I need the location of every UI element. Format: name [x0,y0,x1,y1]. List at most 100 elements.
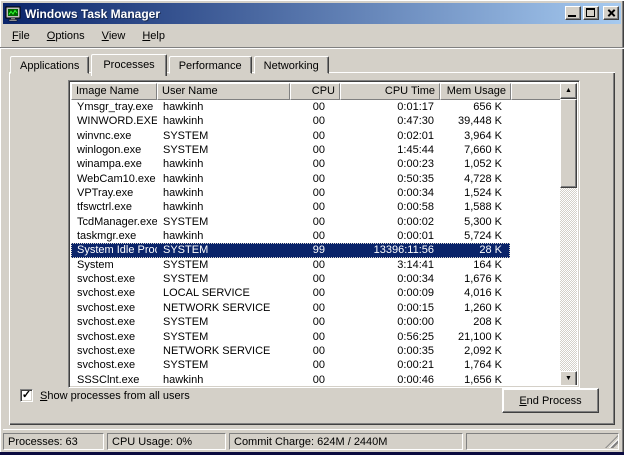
cell-image-name: winampa.exe [71,157,157,171]
cell-cpu-time: 0:00:23 [340,157,440,171]
cell-cpu: 00 [290,215,340,229]
list-header: Image Name User Name CPU CPU Time Mem Us… [71,83,562,100]
app-icon [5,6,21,22]
tab-applications[interactable]: Applications [10,56,89,74]
cell-cpu-time: 0:00:15 [340,301,440,315]
process-row[interactable]: winampa.exe hawkinh 00 0:00:23 1,052 K [71,157,510,171]
cell-image-name: WebCam10.exe [71,172,157,186]
cell-image-name: svchost.exe [71,301,157,315]
scrollbar-down-button[interactable]: ▼ [560,371,577,385]
process-row[interactable]: svchost.exe SYSTEM 00 0:00:34 1,676 K [71,272,510,286]
process-row[interactable]: svchost.exe SYSTEM 00 0:00:00 208 K [71,315,510,329]
maximize-button[interactable] [583,6,599,20]
scrollbar-thumb[interactable] [560,99,577,188]
process-list: Image Name User Name CPU CPU Time Mem Us… [68,80,580,388]
process-row[interactable]: WINWORD.EXE hawkinh 00 0:47:30 39,448 K [71,114,510,128]
cell-cpu-time: 0:00:34 [340,272,440,286]
cell-user-name: SYSTEM [157,215,290,229]
status-blank-panel [466,433,619,450]
cell-cpu: 00 [290,344,340,358]
menu-separator [0,47,624,49]
column-header-user-name[interactable]: User Name [157,83,290,100]
tab-networking[interactable]: Networking [254,56,329,74]
cell-cpu: 00 [290,272,340,286]
process-row[interactable]: svchost.exe NETWORK SERVICE 00 0:00:15 1… [71,301,510,315]
tab-processes[interactable]: Processes [91,54,166,76]
cell-cpu-time: 0:00:01 [340,229,440,243]
menu-item-help[interactable]: Help [136,28,171,44]
end-process-button[interactable]: End Process [502,388,599,413]
process-row[interactable]: winvnc.exe SYSTEM 00 0:02:01 3,964 K [71,129,510,143]
process-row[interactable]: System Idle Process SYSTEM 99 13396:11:5… [71,243,510,257]
column-header-blank [511,83,562,100]
cell-cpu-time: 0:00:46 [340,373,440,385]
cell-cpu: 00 [290,373,340,385]
cell-user-name: SYSTEM [157,272,290,286]
menu-item-file[interactable]: File [6,28,36,44]
cell-cpu: 00 [290,172,340,186]
cell-mem-usage: 39,448 K [440,114,511,128]
cell-cpu-time: 0:00:58 [340,200,440,214]
process-row[interactable]: svchost.exe NETWORK SERVICE 00 0:00:35 2… [71,344,510,358]
process-row[interactable]: tfswctrl.exe hawkinh 00 0:00:58 1,588 K [71,200,510,214]
process-row[interactable]: WebCam10.exe hawkinh 00 0:50:35 4,728 K [71,172,510,186]
process-row[interactable]: System SYSTEM 00 3:14:41 164 K [71,258,510,272]
cell-mem-usage: 28 K [440,243,511,257]
cell-user-name: hawkinh [157,229,290,243]
menu-item-view[interactable]: View [96,28,132,44]
vertical-scrollbar: ▲ ▼ [560,83,577,385]
cell-image-name: taskmgr.exe [71,229,157,243]
cell-cpu-time: 0:00:02 [340,215,440,229]
maximize-icon [586,8,595,17]
cell-image-name: svchost.exe [71,344,157,358]
cell-cpu: 00 [290,157,340,171]
column-header-cpu[interactable]: CPU [290,83,340,100]
cell-user-name: SYSTEM [157,258,290,272]
cell-user-name: hawkinh [157,114,290,128]
process-row[interactable]: TcdManager.exe SYSTEM 00 0:00:02 5,300 K [71,215,510,229]
close-button[interactable] [603,6,619,20]
processes-tab-page: Image Name User Name CPU CPU Time Mem Us… [9,72,615,425]
process-row[interactable]: svchost.exe LOCAL SERVICE 00 0:00:09 4,0… [71,286,510,300]
cell-user-name: SYSTEM [157,330,290,344]
tab-performance[interactable]: Performance [169,56,252,74]
process-row[interactable]: Ymsgr_tray.exe hawkinh 00 0:01:17 656 K [71,100,510,114]
column-header-cpu-time[interactable]: CPU Time [340,83,440,100]
column-header-mem-usage[interactable]: Mem Usage [440,83,511,100]
show-all-users-checkbox[interactable]: ✓ [20,389,33,402]
up-arrow-icon: ▲ [565,87,572,94]
titlebar[interactable]: Windows Task Manager [3,3,621,24]
checkmark-icon: ✓ [22,389,31,401]
cell-image-name: svchost.exe [71,272,157,286]
cell-image-name: svchost.exe [71,358,157,372]
cell-mem-usage: 21,100 K [440,330,511,344]
cell-image-name: SSSClnt.exe [71,373,157,385]
process-row[interactable]: winlogon.exe SYSTEM 00 1:45:44 7,660 K [71,143,510,157]
cell-image-name: System [71,258,157,272]
cell-mem-usage: 3,964 K [440,129,511,143]
process-row[interactable]: SSSClnt.exe hawkinh 00 0:00:46 1,656 K [71,373,510,385]
cell-cpu-time: 0:02:01 [340,129,440,143]
scrollbar-up-button[interactable]: ▲ [560,83,577,99]
cell-cpu: 99 [290,243,340,257]
column-header-image-name[interactable]: Image Name [71,83,157,100]
cell-cpu-time: 0:00:35 [340,344,440,358]
cell-user-name: hawkinh [157,100,290,114]
cell-cpu: 00 [290,315,340,329]
cell-cpu-time: 0:50:35 [340,172,440,186]
cell-image-name: winvnc.exe [71,129,157,143]
cell-image-name: WINWORD.EXE [71,114,157,128]
show-all-users[interactable]: ✓ Show processes from all users [20,389,190,402]
end-process-label: End Process [519,395,581,407]
window-controls [563,6,619,20]
cell-cpu-time: 0:56:25 [340,330,440,344]
process-row[interactable]: VPTray.exe hawkinh 00 0:00:34 1,524 K [71,186,510,200]
show-all-users-label: Show processes from all users [40,390,190,402]
menu-item-options[interactable]: Options [41,28,91,44]
process-row[interactable]: svchost.exe SYSTEM 00 0:00:21 1,764 K [71,358,510,372]
minimize-button[interactable] [565,6,581,20]
cell-image-name: svchost.exe [71,315,157,329]
cell-mem-usage: 1,676 K [440,272,511,286]
process-row[interactable]: svchost.exe SYSTEM 00 0:56:25 21,100 K [71,330,510,344]
process-row[interactable]: taskmgr.exe hawkinh 00 0:00:01 5,724 K [71,229,510,243]
